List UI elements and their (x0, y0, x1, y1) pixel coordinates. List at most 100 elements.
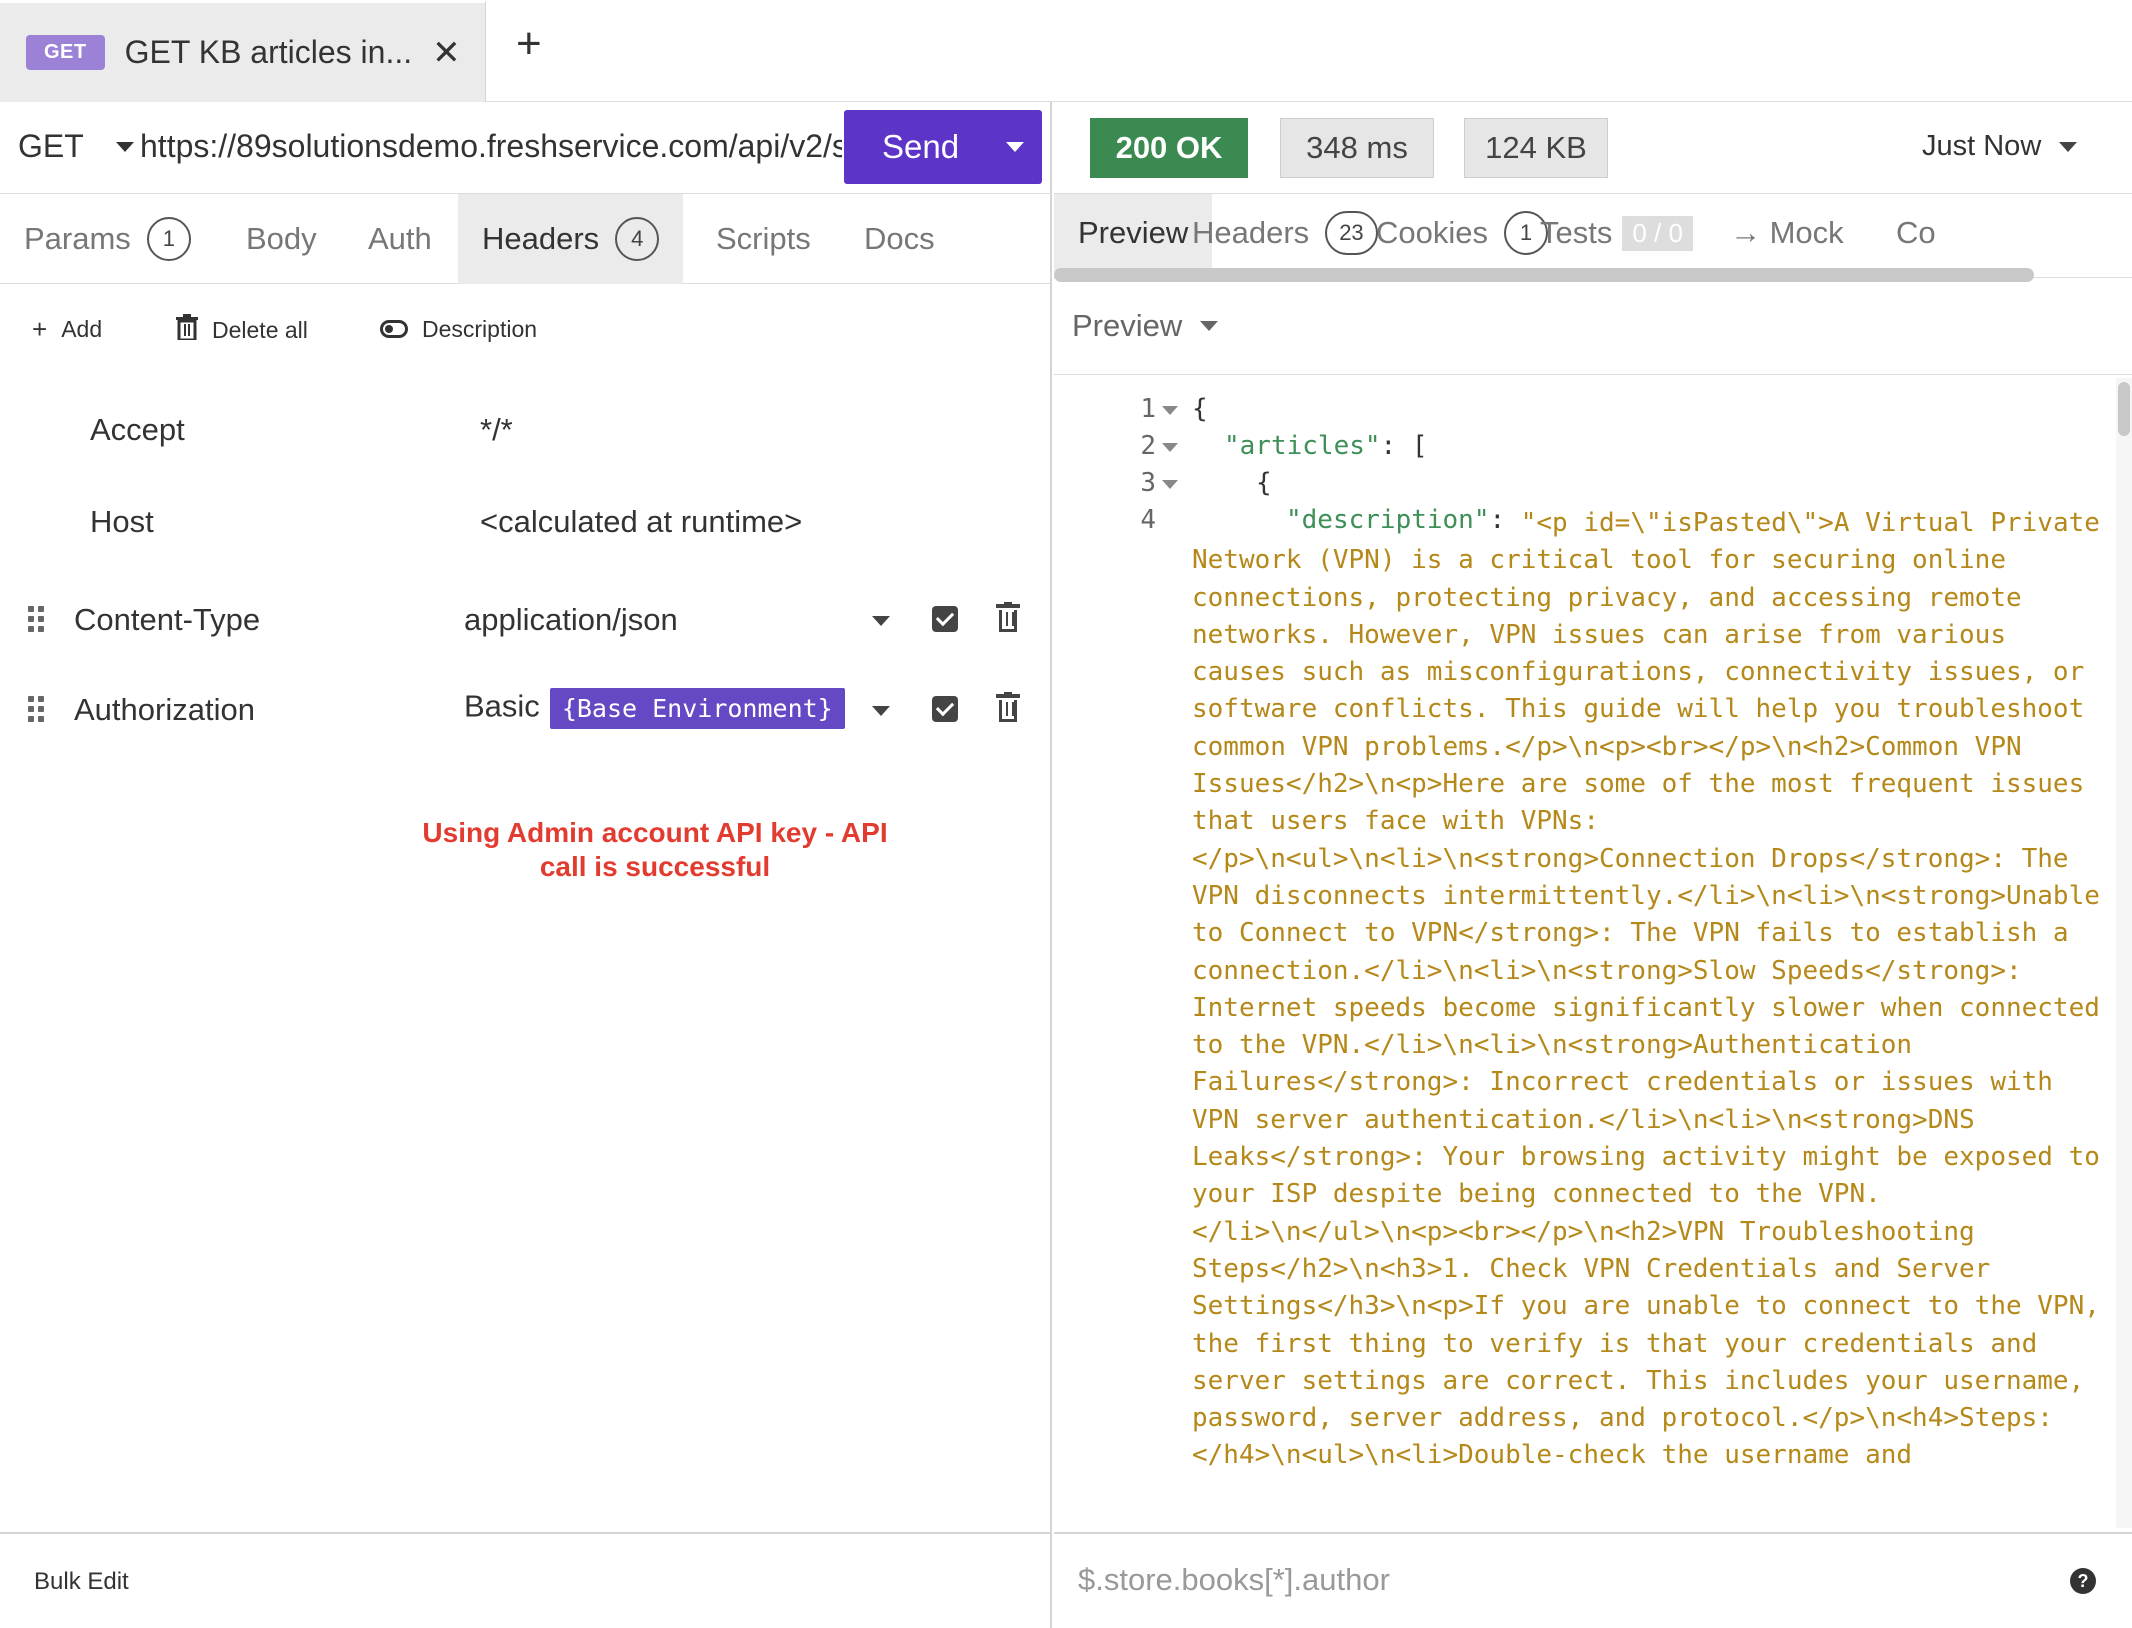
environment-variable-tag[interactable]: {Base Environment} (549, 688, 845, 729)
jsonpath-filter-input[interactable] (1078, 1562, 1978, 1598)
delete-all-button[interactable]: Delete all (176, 314, 308, 347)
method-value: GET (18, 128, 84, 164)
tab-headers-label: Headers (482, 221, 600, 256)
headers-count-badge: 4 (615, 217, 660, 261)
add-header-button[interactable]: + Add (32, 314, 102, 345)
fold-arrow-icon[interactable] (1162, 406, 1178, 415)
preview-mode-label: Preview (1072, 308, 1183, 343)
header-row: Content-Type application/json (0, 580, 1052, 660)
tests-count-badge: 0 / 0 (1622, 215, 1693, 251)
header-value: */* (480, 412, 513, 447)
send-button[interactable]: Send (844, 110, 1042, 184)
response-size-badge: 124 KB (1464, 118, 1608, 178)
line-number: 2 (1140, 431, 1156, 461)
fold-arrow-icon[interactable] (1162, 480, 1178, 489)
preview-mode-dropdown[interactable]: Preview (1072, 308, 1219, 344)
response-filter-bar: ? (1054, 1532, 2132, 1628)
code-text: "articles": [ (1224, 431, 1428, 461)
tab-docs-label: Docs (864, 221, 935, 256)
tab-title: GET KB articles in... (124, 34, 413, 70)
tab-mock[interactable]: → Mock (1706, 194, 1868, 272)
auth-scheme: Basic (464, 688, 540, 724)
tab-params[interactable]: Params 1 (0, 194, 215, 284)
header-name: Accept (90, 412, 185, 447)
delete-all-label: Delete all (212, 317, 308, 343)
vertical-scrollbar[interactable] (2116, 378, 2132, 1528)
tab-auth[interactable]: Auth (344, 194, 456, 284)
tab-method-badge: GET (26, 35, 105, 70)
close-icon[interactable]: ✕ (432, 33, 461, 73)
line-number: 1 (1140, 394, 1156, 424)
tab-response-headers-label: Headers (1192, 215, 1310, 250)
bulk-edit-bar: Bulk Edit (0, 1532, 1052, 1628)
code-text: { (1192, 394, 1208, 424)
header-row: Authorization Basic {Base Environment} (0, 670, 1052, 750)
annotation-note: Using Admin account API key - API call i… (422, 817, 888, 882)
tab-scripts[interactable]: Scripts (692, 194, 835, 284)
history-label: Just Now (1922, 130, 2042, 162)
chevron-down-icon (115, 141, 134, 152)
fold-arrow-icon[interactable] (1162, 443, 1178, 452)
header-enabled-checkbox[interactable] (932, 606, 958, 632)
header-value: <calculated at runtime> (480, 504, 803, 539)
header-value-input[interactable]: Basic {Base Environment} (464, 688, 845, 729)
tab-console[interactable]: Co (1872, 194, 1960, 272)
toggle-icon (380, 314, 408, 345)
tab-body-label: Body (246, 221, 317, 256)
chevron-down-icon[interactable] (872, 616, 890, 626)
tab-bar: GET GET KB articles in... ✕ + (0, 0, 2132, 102)
send-options-chevron-down-icon[interactable] (1006, 142, 1024, 152)
response-pane: 200 OK 348 ms 124 KB Just Now Preview He… (1054, 102, 2132, 1628)
url-input[interactable]: https://89solutionsdemo.freshservice.com… (140, 128, 842, 165)
chevron-down-icon (1200, 321, 1219, 331)
tab-tests-label: Tests (1540, 215, 1613, 250)
status-badge: 200 OK (1090, 118, 1248, 178)
method-select[interactable]: GET (18, 128, 134, 165)
request-tab[interactable]: GET GET KB articles in... ✕ (0, 0, 486, 102)
response-time-badge: 348 ms (1280, 118, 1434, 178)
json-string-value: "<p id=\"isPasted\">A Virtual Private Ne… (1192, 508, 2100, 1471)
response-status-bar: 200 OK 348 ms 124 KB Just Now (1054, 102, 2132, 194)
chevron-down-icon[interactable] (872, 706, 890, 716)
drag-handle-icon[interactable] (28, 696, 46, 722)
trash-icon[interactable] (996, 602, 1020, 632)
divider (1054, 374, 2132, 375)
header-value-input[interactable]: application/json (464, 602, 678, 638)
tab-mock-label: → Mock (1730, 215, 1844, 250)
params-count-badge: 1 (146, 217, 191, 261)
header-enabled-checkbox[interactable] (932, 696, 958, 722)
tab-tests[interactable]: Tests 0 / 0 (1516, 194, 1717, 272)
drag-handle-icon[interactable] (28, 606, 46, 632)
help-icon[interactable]: ? (2070, 1568, 2096, 1594)
add-label: Add (61, 316, 103, 342)
header-row: Accept */* (0, 390, 1052, 470)
tab-headers[interactable]: Headers 4 (458, 194, 684, 284)
header-name-input[interactable]: Content-Type (74, 602, 260, 638)
line-number: 4 (1140, 505, 1156, 535)
url-bar: GET https://89solutionsdemo.freshservice… (0, 102, 1052, 194)
line-number: 3 (1140, 468, 1156, 498)
new-tab-plus-icon[interactable]: + (516, 22, 542, 66)
plus-icon: + (32, 314, 48, 344)
response-history-dropdown[interactable]: Just Now (1922, 130, 2078, 163)
description-toggle[interactable]: Description (380, 314, 537, 345)
response-tabs: Preview Headers 23 Cookies 1 Tests 0 / 0… (1054, 194, 2132, 278)
tab-console-label: Co (1896, 215, 1936, 250)
tab-cookies-label: Cookies (1376, 215, 1488, 250)
tab-body[interactable]: Body (222, 194, 341, 284)
tabs-horizontal-scrollbar[interactable] (1054, 268, 2034, 282)
json-key: "articles" (1224, 431, 1381, 461)
tab-params-label: Params (24, 221, 131, 256)
headers-toolbar: + Add Delete all Description (0, 284, 1052, 378)
trash-icon (176, 314, 198, 347)
chevron-down-icon (2059, 141, 2078, 152)
tab-scripts-label: Scripts (716, 221, 811, 256)
bulk-edit-button[interactable]: Bulk Edit (34, 1568, 129, 1596)
tab-auth-label: Auth (368, 221, 432, 256)
trash-icon[interactable] (996, 692, 1020, 722)
header-name: Host (90, 504, 154, 539)
header-name-input[interactable]: Authorization (74, 692, 255, 728)
response-body-viewer[interactable]: 1 { 2 "articles": [ 3 { 4 "description":… (1054, 384, 2114, 1530)
json-punct: : [ (1380, 431, 1428, 461)
tab-docs[interactable]: Docs (840, 194, 959, 284)
